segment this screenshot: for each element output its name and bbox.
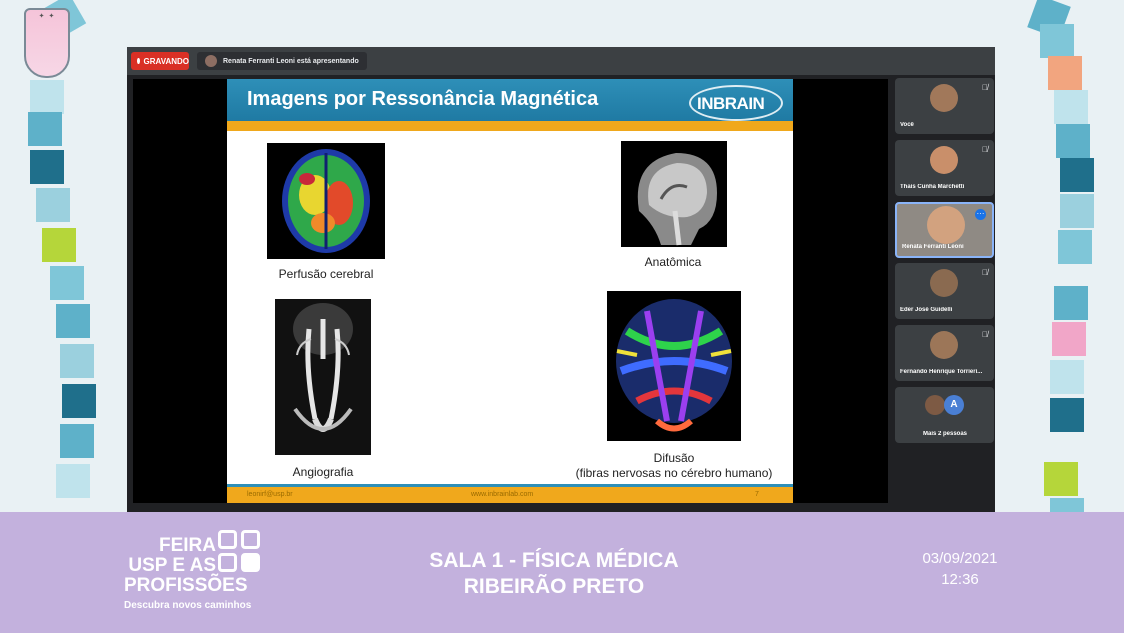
avatar	[930, 84, 958, 112]
slide-title: Imagens por Ressonância Magnética	[247, 88, 599, 110]
perfusion-caption: Perfusão cerebral	[278, 267, 374, 281]
avatar	[930, 331, 958, 359]
participant-tile[interactable]: 🎙̸ Thais Cunha Marchetti	[895, 140, 994, 196]
participant-tile[interactable]: 🎙̸ Você	[895, 78, 994, 134]
footer-website: www.inbrainlab.com	[471, 491, 534, 498]
room-line-1: SALA 1 - FÍSICA MÉDICA	[429, 549, 679, 572]
footer-page-number: 7	[755, 491, 759, 498]
more-people-label: Mais 2 pessoas	[922, 431, 968, 437]
presenter-notice[interactable]: Renata Ferranti Leoni está apresentando	[197, 52, 367, 70]
recording-dot-icon	[137, 58, 140, 64]
participant-tile[interactable]: 🎙̸ Fernando Henrique Torrieri...	[895, 325, 994, 381]
mic-off-icon: 🎙̸	[982, 268, 988, 277]
angiography-image	[275, 299, 371, 455]
date-time: 03/09/2021 12:36	[905, 548, 1015, 590]
event-banner: FEIRA USP E AS PROFISSÕES Descubra novos…	[0, 512, 1124, 633]
avatar	[930, 269, 958, 297]
diffusion-tractography-image	[607, 291, 741, 441]
participant-tile[interactable]: 🎙̸ Éder José Guidelli	[895, 263, 994, 319]
inbrain-logo: INBRAIN	[689, 85, 783, 121]
event-brand-name: FEIRA USP E AS PROFISSÕES	[124, 535, 248, 596]
diffusion-caption-line1: Difusão	[653, 451, 695, 465]
avatar	[927, 206, 965, 244]
more-icon[interactable]: ⋯	[975, 209, 986, 220]
event-logo-icon	[218, 530, 262, 574]
participant-name: Você	[900, 122, 914, 128]
more-participants-tile[interactable]: A Mais 2 pessoas	[895, 387, 994, 443]
slide-footer: leonirf@usp.br www.inbrainlab.com 7	[227, 487, 793, 503]
participant-name: Thais Cunha Marchetti	[900, 184, 965, 190]
participant-name: Fernando Henrique Torrieri...	[900, 369, 983, 375]
video-call-window: GRAVANDO Renata Ferranti Leoni está apre…	[127, 47, 995, 512]
room-title: SALA 1 - FÍSICA MÉDICA RIBEIRÃO PRETO	[380, 548, 728, 600]
angiography-caption: Angiografia	[292, 465, 354, 479]
perfusion-brain-image	[267, 143, 385, 259]
event-tagline: Descubra novos caminhos	[124, 600, 252, 611]
presenter-notice-text: Renata Ferranti Leoni está apresentando	[223, 57, 359, 65]
university-crest-logo: ✦ ✦	[24, 8, 70, 78]
participant-tile-active[interactable]: ⋯ Renata Ferranti Leoni	[895, 202, 994, 258]
avatar	[930, 146, 958, 174]
mic-off-icon: 🎙̸	[982, 83, 988, 92]
room-line-2: RIBEIRÃO PRETO	[463, 575, 645, 598]
diffusion-caption-line2: (fibras nervosas no cérebro humano)	[575, 466, 773, 480]
anatomical-brain-image	[621, 141, 727, 247]
participant-name: Éder José Guidelli	[900, 307, 953, 313]
mic-off-icon: 🎙̸	[982, 145, 988, 154]
time-text: 12:36	[941, 571, 979, 588]
date-text: 03/09/2021	[922, 550, 998, 567]
footer-email: leonirf@usp.br	[247, 491, 293, 498]
anatomical-caption: Anatômica	[644, 255, 702, 269]
mic-off-icon: 🎙̸	[982, 330, 988, 339]
call-top-bar: GRAVANDO Renata Ferranti Leoni está apre…	[127, 47, 995, 75]
recording-badge: GRAVANDO	[131, 52, 189, 70]
slide-header-band	[227, 121, 793, 131]
participant-name: Renata Ferranti Leoni	[902, 244, 964, 250]
slide-header: Imagens por Ressonância Magnética INBRAI…	[227, 79, 793, 121]
avatar	[925, 395, 945, 415]
presenter-avatar	[205, 55, 217, 67]
presentation-slide: Imagens por Ressonância Magnética INBRAI…	[227, 79, 793, 503]
avatar-letter: A	[944, 395, 964, 415]
presentation-stage: Imagens por Ressonância Magnética INBRAI…	[133, 79, 888, 503]
recording-label: GRAVANDO	[143, 56, 189, 66]
